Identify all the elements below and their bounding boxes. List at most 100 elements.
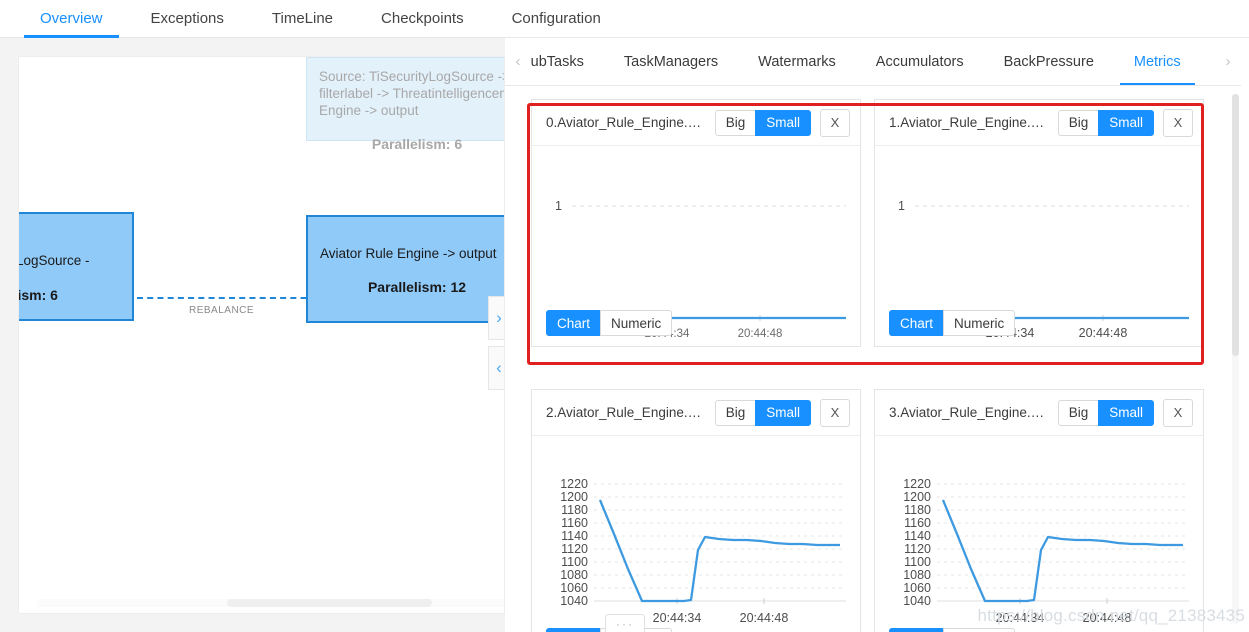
metric-card-1-chart-button[interactable]: Chart bbox=[889, 310, 945, 336]
metric-card-0-big-button[interactable]: Big bbox=[714, 109, 757, 136]
graph-expand-right-button[interactable]: › bbox=[488, 296, 504, 340]
close-icon: X bbox=[830, 115, 840, 130]
svg-text:1120: 1120 bbox=[904, 542, 931, 556]
close-icon: X bbox=[830, 405, 840, 420]
subtab-scroll-left-button[interactable]: ‹ bbox=[505, 39, 531, 85]
metric-card-0[interactable]: 0.Aviator_Rule_Engine.num... Big Small X… bbox=[531, 99, 861, 347]
metric-card-0-small-button[interactable]: Small bbox=[755, 109, 811, 136]
job-graph-canvas[interactable]: Source: TiSecurityLogSource -> filterlab… bbox=[18, 56, 505, 614]
metric-card-1-name: 1.Aviator_Rule_Engine.num... bbox=[889, 115, 1058, 130]
chevron-right-icon: › bbox=[496, 308, 502, 327]
graph-horizontal-scrollbar-thumb[interactable] bbox=[227, 599, 432, 607]
subtab-backpressure-label: BackPressure bbox=[1003, 53, 1094, 70]
metric-card-1-close-button[interactable]: X bbox=[1163, 108, 1193, 137]
svg-text:1040: 1040 bbox=[560, 594, 588, 608]
metric-card-0-chart-label: Chart bbox=[557, 315, 591, 331]
metric-card-0-numeric-label: Numeric bbox=[611, 315, 662, 331]
metric-card-2-big-label: Big bbox=[725, 405, 746, 420]
metric-card-0-close-button[interactable]: X bbox=[820, 108, 850, 137]
tab-configuration-label: Configuration bbox=[511, 10, 601, 27]
svg-text:20:44:48: 20:44:48 bbox=[738, 328, 783, 340]
metric-card-1-small-label: Small bbox=[1109, 115, 1143, 130]
metric-card-2-header: 2.Aviator_Rule_Engine.num... Big Small X bbox=[532, 390, 860, 436]
chevron-right-icon: › bbox=[1225, 53, 1231, 70]
metric-card-3-chart-button[interactable]: Chart bbox=[889, 628, 945, 632]
metric-card-2[interactable]: 2.Aviator_Rule_Engine.num... Big Small X bbox=[531, 389, 861, 632]
graph-collapse-left-button[interactable]: ‹ bbox=[488, 346, 504, 390]
svg-text:1160: 1160 bbox=[904, 516, 931, 530]
metric-card-3-size-toggle: Big Small bbox=[1057, 399, 1154, 426]
tab-overview[interactable]: Overview bbox=[24, 11, 119, 38]
metric-card-1-numeric-button[interactable]: Numeric bbox=[943, 310, 1016, 336]
close-icon: X bbox=[1173, 115, 1183, 130]
metric-card-1[interactable]: 1.Aviator_Rule_Engine.num... Big Small X… bbox=[874, 99, 1204, 347]
metrics-vertical-scrollbar[interactable] bbox=[1232, 94, 1239, 624]
metric-card-2-size-toggle: Big Small bbox=[714, 399, 811, 426]
graph-edge-line bbox=[137, 297, 327, 299]
metric-card-0-name: 0.Aviator_Rule_Engine.num... bbox=[546, 115, 715, 130]
subtab-backpressure[interactable]: BackPressure bbox=[984, 39, 1114, 85]
metric-card-0-size-toggle: Big Small bbox=[714, 109, 811, 136]
svg-text:1100: 1100 bbox=[904, 555, 931, 569]
tab-configuration[interactable]: Configuration bbox=[496, 11, 617, 37]
svg-text:1100: 1100 bbox=[561, 555, 588, 569]
metric-card-2-body: 1220 1200 1180 1160 1140 1120 1100 1080 … bbox=[532, 436, 860, 632]
metric-card-3-close-button[interactable]: X bbox=[1163, 398, 1193, 427]
tab-timeline[interactable]: TimeLine bbox=[256, 11, 349, 37]
subtab-watermarks[interactable]: Watermarks bbox=[738, 39, 856, 85]
metric-card-1-body: 1 0 20:44:34 20:44:48 Chart Numeric bbox=[875, 146, 1203, 346]
graph-horizontal-scrollbar[interactable] bbox=[37, 599, 504, 607]
metric-card-3-small-label: Small bbox=[1109, 405, 1143, 420]
metric-card-2-close-button[interactable]: X bbox=[820, 398, 850, 427]
svg-text:1180: 1180 bbox=[904, 503, 931, 517]
subtab-subtasks[interactable]: SubTasks bbox=[531, 39, 604, 85]
svg-text:1120: 1120 bbox=[561, 542, 588, 556]
metric-card-1-big-button[interactable]: Big bbox=[1057, 109, 1100, 136]
metric-card-2-big-button[interactable]: Big bbox=[714, 399, 757, 426]
graph-node-source-faded-title: Source: TiSecurityLogSource -> filterlab… bbox=[319, 69, 505, 118]
metric-card-3-numeric-button[interactable]: Numeric bbox=[943, 628, 1016, 632]
secondary-tab-list: SubTasks TaskManagers Watermarks Accumul… bbox=[531, 39, 1215, 85]
chevron-left-icon: ‹ bbox=[515, 53, 521, 70]
flink-job-detail-page: Overview Exceptions TimeLine Checkpoints… bbox=[0, 0, 1249, 632]
metric-card-0-numeric-button[interactable]: Numeric bbox=[600, 310, 673, 336]
svg-text:1: 1 bbox=[898, 199, 905, 213]
tab-checkpoints-label: Checkpoints bbox=[381, 10, 464, 27]
metric-card-2-small-label: Small bbox=[766, 405, 800, 420]
metric-card-0-body: 1 0 20:44:34 20:44:48 Chart Numeric bbox=[532, 146, 860, 346]
metric-card-3-big-button[interactable]: Big bbox=[1057, 399, 1100, 426]
metric-card-grid[interactable]: 0.Aviator_Rule_Engine.num... Big Small X… bbox=[505, 86, 1241, 632]
secondary-tab-bar: ‹ SubTasks TaskManagers Watermarks Accum… bbox=[505, 38, 1241, 86]
subtab-metrics[interactable]: Metrics bbox=[1114, 39, 1201, 85]
metric-card-0-chart-button[interactable]: Chart bbox=[546, 310, 602, 336]
subtab-taskmanagers[interactable]: TaskManagers bbox=[604, 39, 738, 85]
metric-card-3[interactable]: 3.Aviator_Rule_Engine.num... Big Small X bbox=[874, 389, 1204, 632]
svg-text:20:44:34: 20:44:34 bbox=[653, 611, 702, 625]
primary-tab-bar: Overview Exceptions TimeLine Checkpoints… bbox=[0, 0, 1249, 38]
metrics-vertical-scrollbar-thumb[interactable] bbox=[1232, 94, 1239, 356]
metric-card-0-view-toggle: Chart Numeric bbox=[546, 310, 673, 336]
metric-card-3-view-toggle: Chart Numeric bbox=[889, 628, 1016, 632]
subtab-accumulators[interactable]: Accumulators bbox=[856, 39, 984, 85]
metric-card-3-small-button[interactable]: Small bbox=[1098, 399, 1154, 426]
job-graph-panel: Source: TiSecurityLogSource -> filterlab… bbox=[0, 38, 505, 632]
graph-node-source-faded[interactable]: Source: TiSecurityLogSource -> filterlab… bbox=[306, 57, 505, 152]
subtab-scroll-right-button[interactable]: › bbox=[1215, 39, 1241, 85]
metric-card-1-small-button[interactable]: Small bbox=[1098, 109, 1154, 136]
metric-card-2-small-button[interactable]: Small bbox=[755, 399, 811, 426]
metric-card-1-size-toggle: Big Small bbox=[1057, 109, 1154, 136]
subtab-metrics-label: Metrics bbox=[1133, 53, 1181, 70]
tab-exceptions[interactable]: Exceptions bbox=[135, 11, 240, 37]
metric-card-3-header: 3.Aviator_Rule_Engine.num... Big Small X bbox=[875, 390, 1203, 436]
svg-text:1220: 1220 bbox=[560, 477, 588, 491]
metric-card-2-name: 2.Aviator_Rule_Engine.num... bbox=[546, 405, 715, 420]
metric-card-1-header: 1.Aviator_Rule_Engine.num... Big Small X bbox=[875, 100, 1203, 146]
svg-text:1060: 1060 bbox=[560, 581, 588, 595]
subtab-taskmanagers-label: TaskManagers bbox=[623, 53, 719, 70]
ellipsis-icon: ··· bbox=[616, 617, 634, 631]
metric-card-2-chart-button[interactable]: Chart bbox=[546, 628, 602, 632]
graph-node-aviator-rule-engine[interactable]: Aviator Rule Engine -> output Parallelis… bbox=[306, 215, 504, 323]
graph-node-log-source-title: rityLogSource - bbox=[19, 253, 90, 268]
graph-node-log-source[interactable]: rityLogSource - llelism: 6 bbox=[19, 212, 134, 321]
tab-checkpoints[interactable]: Checkpoints bbox=[365, 11, 480, 37]
